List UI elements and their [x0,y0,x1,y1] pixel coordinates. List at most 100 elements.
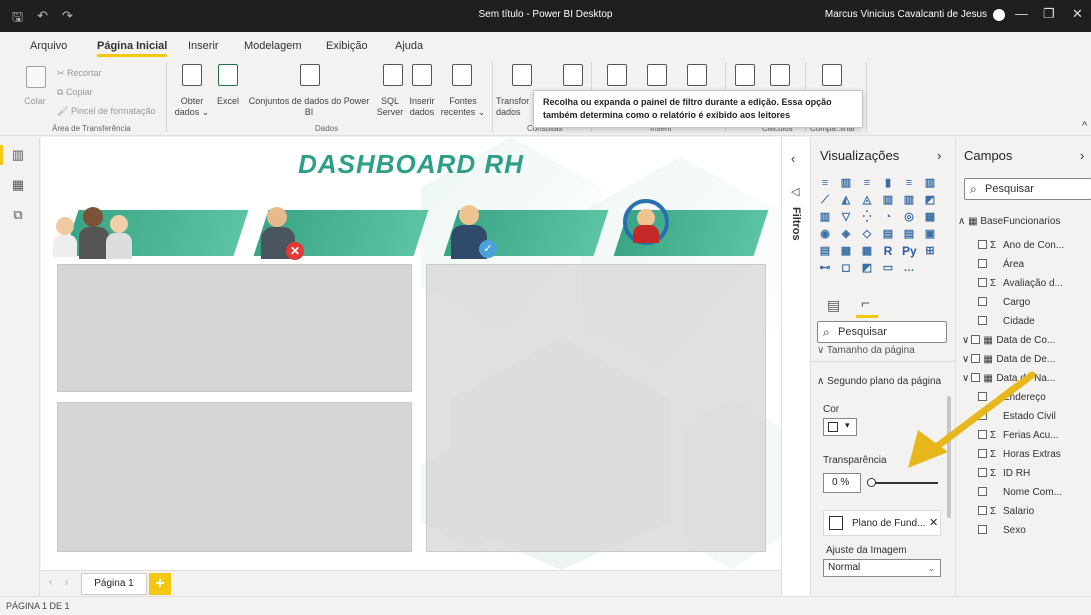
transform-data-button[interactable]: Transfor dados [496,96,532,118]
text-box-icon[interactable] [647,64,667,86]
smart-narrative-visual-icon[interactable]: ◩ [860,262,874,275]
column-visual-icon[interactable]: ▮ [881,177,895,190]
field-item[interactable]: Cargo [978,294,1091,312]
transparency-input[interactable]: 0 % [823,473,861,493]
copy-button[interactable]: ⧉ Copiar [57,87,92,98]
field-checkbox[interactable] [978,392,987,401]
image-file-box[interactable]: Plano de Fund... ✕ [823,510,941,536]
tab-ajuda[interactable]: Ajuda [395,40,423,52]
field-item[interactable]: Σ Salario [978,503,1091,521]
filters-label[interactable]: Filtros [790,207,802,241]
waterfall-visual-icon[interactable]: ▥ [818,211,832,224]
treemap-visual-icon[interactable]: ▦ [923,211,937,224]
field-checkbox[interactable] [978,506,987,515]
field-checkbox[interactable] [978,240,987,249]
close-icon[interactable]: ✕ [929,516,938,529]
tab-modelagem[interactable]: Modelagem [244,40,301,52]
filled-map-visual-icon[interactable]: ◈ [839,228,853,241]
field-checkbox[interactable] [978,525,987,534]
field-item[interactable]: ∨ ▦ Data de Na... [962,370,1090,388]
format-search-input[interactable]: ⌕ Pesquisar [817,321,947,343]
avatar[interactable] [993,9,1005,21]
matrix-visual-icon[interactable]: ▦ [860,245,874,258]
field-item[interactable]: ∨ ▦ Data de Co... [962,332,1090,350]
more-visuals-icon[interactable] [687,64,707,86]
map-visual-icon[interactable]: ◉ [818,228,832,241]
table-node[interactable]: ∧ ▦ BaseFuncionarios [958,213,1086,231]
new-visual-icon[interactable] [607,64,627,86]
slider-thumb[interactable] [867,478,876,487]
qa-visual-icon[interactable]: ◻ [839,262,853,275]
field-item[interactable]: Endereço [978,389,1091,407]
field-item[interactable]: Σ Avaliação d... [978,275,1091,293]
new-measure-icon[interactable] [735,64,755,86]
ribbon-visual-icon[interactable]: ◩ [923,194,937,207]
tab-pagina-inicial[interactable]: Página Inicial [97,40,168,57]
user-name[interactable]: Marcus Vinicius Cavalcanti de Jesus [825,9,987,20]
R-visual-icon[interactable]: R [881,245,895,258]
tab-arquivo[interactable]: Arquivo [30,40,67,52]
filter-collapse-icon[interactable]: ◁ [791,185,799,198]
field-checkbox[interactable] [978,411,987,420]
pie-visual-icon[interactable]: ◔ [881,211,895,224]
image-fit-select[interactable]: Normal ⌄ [823,559,941,577]
field-checkbox[interactable] [978,278,987,287]
tab-inserir[interactable]: Inserir [188,40,219,52]
field-checkbox[interactable] [978,316,987,325]
field-checkbox[interactable] [978,430,987,439]
field-checkbox[interactable] [978,468,987,477]
excel-button[interactable]: Excel [212,96,244,107]
chevron-right-icon[interactable]: › [1080,148,1084,163]
line-column-visual-icon[interactable]: ▥ [881,194,895,207]
fields-search-input[interactable]: ⌕ Pesquisar [964,178,1091,200]
field-item[interactable]: Nome Com... [978,484,1091,502]
powerbi-datasets-button[interactable]: Conjuntos de dados do Power BI [244,96,374,118]
area-visual-icon[interactable]: ◭ [839,194,853,207]
more-visual-icon[interactable]: … [902,262,916,275]
collapse-ribbon-icon[interactable]: ^ [1082,120,1087,132]
chart-panel-2[interactable] [57,402,412,552]
paginated-visual-icon[interactable]: ▭ [881,262,895,275]
add-page-button[interactable]: + [149,573,171,595]
field-item[interactable]: Estado Civil [978,408,1091,426]
get-data-button[interactable]: Obter dados ⌄ [172,96,212,118]
field-item[interactable]: Área [978,256,1091,274]
field-item[interactable]: Cidade [978,313,1091,331]
Py-visual-icon[interactable]: Py [902,245,917,258]
stacked-area-visual-icon[interactable]: ◬ [860,194,874,207]
data-view-icon[interactable]: ▦ [10,177,26,192]
tab-exibicao[interactable]: Exibição [326,40,368,52]
field-item[interactable]: Σ Ferias Acu... [978,427,1091,445]
field-checkbox[interactable] [971,354,981,363]
funnel-visual-icon[interactable]: ▽ [839,211,853,224]
field-checkbox[interactable] [971,335,981,344]
field-item[interactable]: Sexo [978,522,1091,540]
model-view-icon[interactable]: ⧉ [10,207,26,222]
report-canvas[interactable]: DASHBOARD RH ✕ ✓ [41,137,781,570]
bar-visual-icon[interactable]: ≡ [902,177,916,190]
page-size-section[interactable]: ∨ Tamanho da página [817,345,915,356]
key-influencers-visual-icon[interactable]: ⊞ [923,245,937,258]
column-100-visual-icon[interactable]: ▥ [923,177,937,190]
field-item[interactable]: Σ ID RH [978,465,1091,483]
chevron-right-icon[interactable]: › [937,148,941,163]
close-icon[interactable]: ✕ [1072,6,1083,22]
enter-data-button[interactable]: Inserir dados [405,96,439,118]
shape-map-visual-icon[interactable]: ◇ [860,228,874,241]
recent-sources-button[interactable]: Fontes recentes ⌄ [440,96,486,118]
field-checkbox[interactable] [978,487,987,496]
page-background-section[interactable]: ∧ Segundo plano da página [817,376,941,387]
chevron-left-icon[interactable]: ‹ [791,151,795,166]
donut-visual-icon[interactable]: ◎ [902,211,916,224]
paste-icon[interactable] [26,66,46,88]
field-item[interactable]: Σ Horas Extras [978,446,1091,464]
cut-button[interactable]: ✂ Recortar [57,68,102,79]
chart-panel-3[interactable] [426,264,766,552]
restore-icon[interactable]: ❐ [1043,6,1055,22]
kpi-visual-icon[interactable]: ▣ [923,228,937,241]
format-painter-button[interactable]: 🖌 Pincel de formatação [57,106,155,117]
line-visual-icon[interactable]: ⟋ [818,194,832,207]
decomposition-visual-icon[interactable]: ⊷ [818,262,832,275]
page-tab-1[interactable]: Página 1 [81,573,147,595]
slicer-visual-icon[interactable]: ▤ [818,245,832,258]
